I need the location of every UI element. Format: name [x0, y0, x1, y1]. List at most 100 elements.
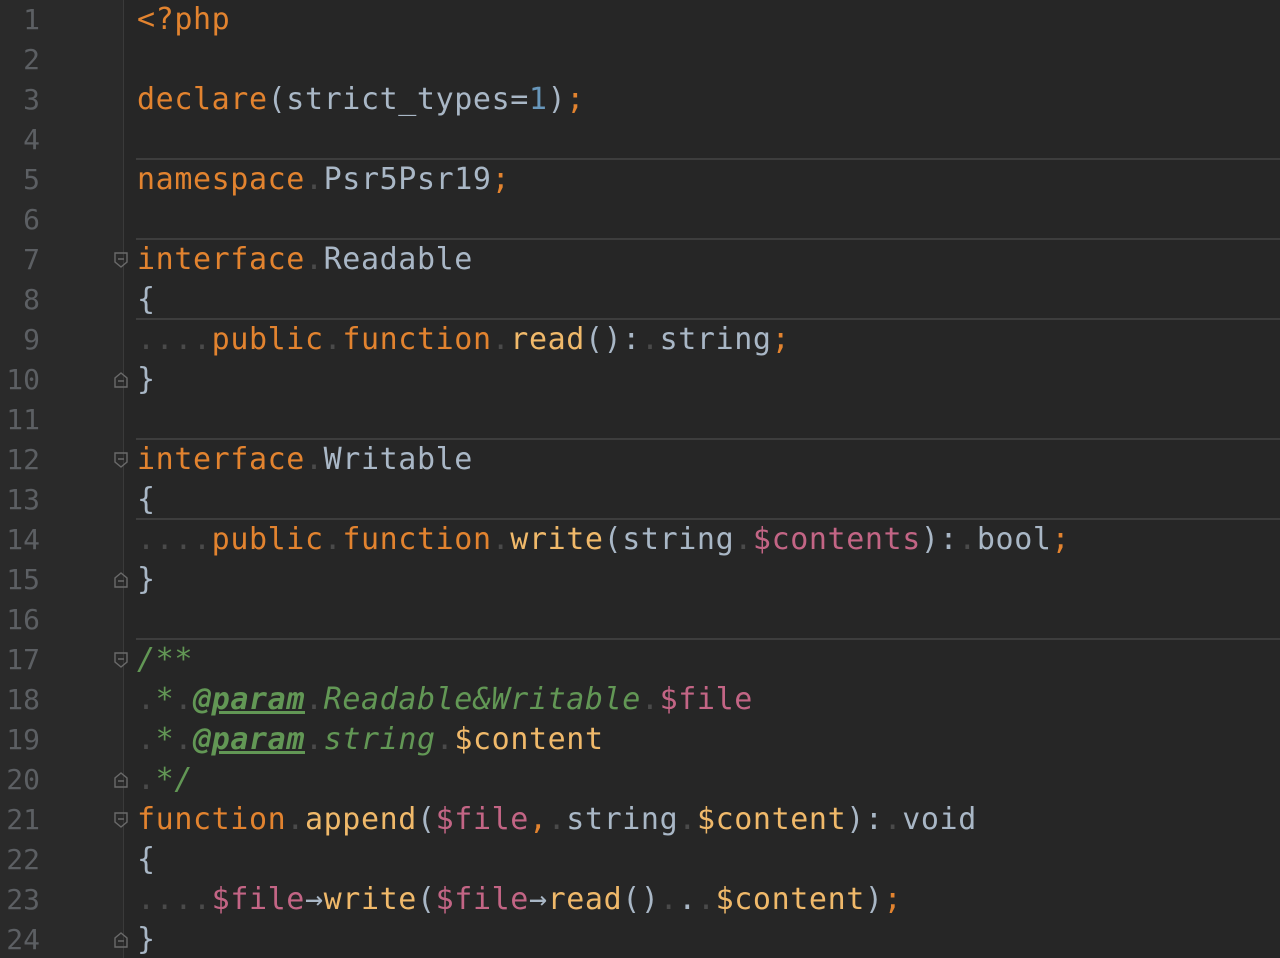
line-number[interactable]: 4: [0, 120, 40, 160]
fold-close-icon[interactable]: [114, 932, 128, 948]
code-text[interactable]: .*.@param.Readable&Writable.$file: [137, 680, 753, 720]
code-text[interactable]: function.append($file,.string.$content):…: [137, 800, 977, 840]
line-number[interactable]: 12: [0, 440, 40, 480]
code-text[interactable]: declare(strict_types=1);: [137, 80, 585, 120]
fold-close-icon[interactable]: [114, 772, 128, 788]
line-number[interactable]: 24: [0, 920, 40, 958]
line-number[interactable]: 21: [0, 800, 40, 840]
code-line[interactable]: 6: [0, 200, 1280, 240]
line-number[interactable]: 22: [0, 840, 40, 880]
line-number[interactable]: 13: [0, 480, 40, 520]
code-line[interactable]: 7 interface.Readable: [0, 240, 1280, 280]
code-line[interactable]: 2: [0, 40, 1280, 80]
code-token: (): [622, 882, 660, 917]
code-token: namespace: [137, 162, 305, 197]
code-line[interactable]: 9 ....public.function.read():.string;: [0, 320, 1280, 360]
code-line[interactable]: 23 ....$file→write($file→read()...$conten…: [0, 880, 1280, 920]
line-number[interactable]: 2: [0, 40, 40, 80]
line-number[interactable]: 20: [0, 760, 40, 800]
code-line[interactable]: 18 .*.@param.Readable&Writable.$file: [0, 680, 1280, 720]
line-number[interactable]: 15: [0, 560, 40, 600]
line-number[interactable]: 8: [0, 280, 40, 320]
code-line[interactable]: 16: [0, 600, 1280, 640]
code-line[interactable]: 14 ....public.function.write(string.$cont…: [0, 520, 1280, 560]
code-token: (string: [603, 522, 735, 557]
code-token: {: [137, 482, 156, 517]
code-editor[interactable]: 1 <?php 2 3 declare(strict_types=1); 4 5 namesp…: [0, 0, 1280, 958]
code-text[interactable]: .*.@param.string.$content: [137, 720, 604, 760]
line-number[interactable]: 9: [0, 320, 40, 360]
code-line[interactable]: 11: [0, 400, 1280, 440]
code-text[interactable]: interface.Writable: [137, 440, 473, 480]
code-text[interactable]: {: [137, 280, 156, 320]
code-text[interactable]: ....public.function.write(string.$conten…: [137, 520, 1070, 560]
line-number[interactable]: 19: [0, 720, 40, 760]
line-number[interactable]: 1: [0, 0, 40, 40]
code-token: @param: [193, 682, 305, 717]
code-token: write: [510, 522, 604, 557]
code-line[interactable]: 5 namespace.Psr5Psr19;: [0, 160, 1280, 200]
code-token: .: [640, 682, 660, 717]
line-number[interactable]: 7: [0, 240, 40, 280]
fold-close-icon[interactable]: [114, 572, 128, 588]
code-line[interactable]: 15}: [0, 560, 1280, 600]
code-text[interactable]: ....$file→write($file→read()...$content)…: [137, 880, 902, 920]
code-text[interactable]: }: [137, 360, 156, 400]
fold-open-icon[interactable]: [114, 812, 128, 828]
line-number[interactable]: 14: [0, 520, 40, 560]
code-token: @param: [193, 722, 305, 757]
line-number[interactable]: 3: [0, 80, 40, 120]
fold-close-icon[interactable]: [114, 372, 128, 388]
code-token: Psr5Psr19: [323, 162, 492, 197]
code-line[interactable]: 20 .*/: [0, 760, 1280, 800]
code-token: string: [566, 802, 679, 837]
code-token: .: [304, 162, 324, 197]
code-token: .: [678, 882, 697, 917]
code-text[interactable]: ....public.function.read():.string;: [137, 320, 790, 360]
code-text[interactable]: {: [137, 480, 156, 520]
code-line[interactable]: 19 .*.@param.string.$content: [0, 720, 1280, 760]
code-line[interactable]: 8{: [0, 280, 1280, 320]
code-text[interactable]: /**: [137, 640, 193, 680]
line-number[interactable]: 6: [0, 200, 40, 240]
code-token: $file: [435, 802, 529, 837]
code-text[interactable]: .*/: [137, 760, 193, 800]
code-line[interactable]: 4: [0, 120, 1280, 160]
code-token: Readable&Writable: [323, 682, 641, 717]
fold-open-icon[interactable]: [114, 652, 128, 668]
line-number[interactable]: 18: [0, 680, 40, 720]
line-number[interactable]: 5: [0, 160, 40, 200]
code-token: function: [342, 522, 492, 557]
code-token: .: [137, 682, 156, 717]
code-line[interactable]: 10}: [0, 360, 1280, 400]
code-token: .: [678, 802, 697, 837]
code-token: bool: [976, 522, 1052, 557]
line-number[interactable]: 23: [0, 880, 40, 920]
line-number[interactable]: 17: [0, 640, 40, 680]
line-number[interactable]: 11: [0, 400, 40, 440]
code-token: ;: [491, 162, 511, 197]
code-line[interactable]: 24}: [0, 920, 1280, 958]
code-text[interactable]: }: [137, 920, 156, 958]
code-token: <?php: [137, 2, 231, 37]
code-line[interactable]: 21 function.append($file,.string.$content…: [0, 800, 1280, 840]
code-token: *: [155, 682, 175, 717]
code-token: append: [304, 802, 417, 837]
code-text[interactable]: {: [137, 840, 156, 880]
code-line[interactable]: 3 declare(strict_types=1);: [0, 80, 1280, 120]
code-line[interactable]: 1 <?php: [0, 0, 1280, 40]
code-line[interactable]: 12 interface.Writable: [0, 440, 1280, 480]
method-separator: [136, 318, 1280, 320]
code-line[interactable]: 22 {: [0, 840, 1280, 880]
code-text[interactable]: interface.Readable: [137, 240, 473, 280]
line-number[interactable]: 10: [0, 360, 40, 400]
fold-open-icon[interactable]: [114, 252, 128, 268]
line-number[interactable]: 16: [0, 600, 40, 640]
code-text[interactable]: }: [137, 560, 156, 600]
code-line[interactable]: 13 {: [0, 480, 1280, 520]
code-token: $content: [454, 722, 604, 757]
code-text[interactable]: <?php: [137, 0, 230, 40]
fold-open-icon[interactable]: [114, 452, 128, 468]
code-line[interactable]: 17 /**: [0, 640, 1280, 680]
code-text[interactable]: namespace.Psr5Psr19;: [137, 160, 510, 200]
